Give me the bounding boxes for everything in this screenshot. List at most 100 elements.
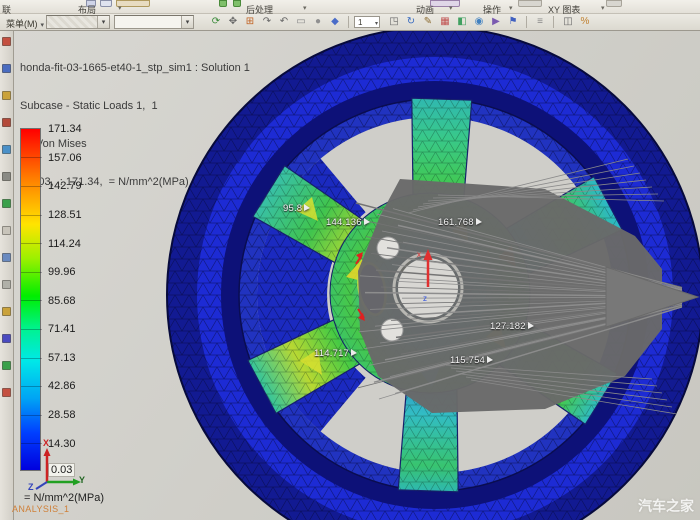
triad-y-label: Y — [79, 475, 85, 485]
watermark: 汽车之家 — [638, 496, 694, 516]
probe-value: 144.136 — [326, 217, 362, 228]
legend-colorbar — [20, 128, 41, 471]
legend-value: 142.79 — [48, 180, 100, 192]
probe-marker-icon — [476, 218, 482, 225]
reuse-library-icon[interactable] — [2, 172, 11, 181]
constraint-navigator-icon[interactable] — [2, 91, 11, 100]
part-navigator-icon[interactable] — [2, 37, 11, 46]
process-studio-icon[interactable] — [2, 253, 11, 262]
probe-annotation: 127.182 — [490, 321, 534, 332]
legend-value: 42.86 — [48, 380, 100, 392]
legend-value: 114.24 — [48, 238, 100, 250]
probe-annotation: 95.8 — [283, 203, 310, 214]
layout-group-arrow[interactable]: ▾ — [118, 4, 122, 12]
undo-icon[interactable]: ↶ — [276, 15, 292, 29]
xy-chart-group-arrow[interactable]: ▾ — [601, 4, 605, 12]
selection-filter-combo[interactable]: ▾ — [114, 15, 194, 29]
new-chart-icon[interactable] — [430, 0, 460, 7]
probe-annotation: 144.136 — [326, 217, 370, 228]
legend-value: 99.96 — [48, 266, 100, 278]
edit-post-icon[interactable]: ✎ — [420, 15, 436, 29]
flag-probe-icon[interactable]: ⚑ — [505, 15, 521, 29]
frame-number-spinner[interactable]: 1 — [354, 16, 380, 28]
grid-icon[interactable]: ▦ — [437, 15, 453, 29]
cube-icon[interactable]: ◆ — [327, 15, 343, 29]
redo-icon[interactable]: ↷ — [259, 15, 275, 29]
wcs-triad-arrows — [25, 442, 87, 494]
header-line-result-type: - , Von Mises — [20, 138, 250, 151]
assembly-navigator-icon[interactable] — [2, 64, 11, 73]
probe-value: 127.182 — [490, 321, 526, 332]
toolbar-separator — [526, 16, 527, 28]
touch-bar-icon[interactable] — [2, 388, 11, 397]
next-frame-icon[interactable] — [233, 0, 241, 7]
wcs-triad: X Y Z — [25, 442, 87, 494]
palette-bar-icon[interactable] — [2, 307, 11, 316]
legend-value: 171.34 — [48, 123, 100, 135]
graphics-viewport[interactable]: x z honda-fit-03-1665-et40-1_s — [0, 31, 700, 520]
system-materials-icon[interactable] — [2, 361, 11, 370]
percent-icon[interactable]: % — [577, 15, 593, 29]
probe-value: 161.768 — [438, 217, 474, 228]
resource-bar — [0, 31, 14, 520]
palette-icon[interactable]: ◧ — [454, 15, 470, 29]
probe-value: 114.717 — [314, 348, 349, 359]
contour-icon[interactable]: ◉ — [471, 15, 487, 29]
legend-value: 71.41 — [48, 323, 100, 335]
probe-marker-icon — [351, 349, 357, 356]
post-navigator-icon[interactable] — [2, 145, 11, 154]
hub-axis-z-label: z — [423, 294, 427, 303]
probe-marker-icon — [364, 218, 370, 225]
legend-value: 85.68 — [48, 295, 100, 307]
sphere-icon[interactable]: ● — [310, 15, 326, 29]
probe-annotation: 161.768 — [438, 217, 482, 228]
operation-group-arrow[interactable]: ▾ — [509, 4, 513, 12]
history-icon[interactable] — [2, 226, 11, 235]
window-icon[interactable]: ◳ — [386, 15, 402, 29]
triad-z-label: Z — [28, 482, 34, 492]
report-icon[interactable]: ◫ — [560, 15, 576, 29]
legend-value: 157.06 — [48, 152, 100, 164]
zoom-tools-icon — [518, 0, 542, 7]
legend-value: 57.13 — [48, 352, 100, 364]
analysis-view-label: ANALYSIS_1 — [12, 504, 69, 514]
header-line-subcase: Subcase - Static Loads 1, 1 — [20, 100, 250, 113]
more-tools-icon — [606, 0, 622, 7]
hd3d-tools-icon[interactable] — [2, 199, 11, 208]
postprocess-group-arrow[interactable]: ▾ — [303, 4, 307, 12]
first-frame-icon[interactable] — [219, 0, 227, 7]
animate-icon[interactable]: ▶ — [488, 15, 504, 29]
selection-filter-combo-arrow[interactable]: ▾ — [181, 16, 193, 28]
menu-toolbar-row: 菜单(M) ▾ ▾ ⟳ ✥ ⊞ ↷ ↶ ▭ ● ◆ 1 ◳ ↻ ✎ ▦ ◧ ◉ … — [0, 14, 700, 31]
sync-icon[interactable]: ⟳ — [208, 15, 224, 29]
animation-group-arrow[interactable]: ▾ — [449, 4, 453, 12]
menu-button[interactable]: 菜单(M) — [2, 15, 48, 29]
legend-value: 128.51 — [48, 209, 100, 221]
compare-icon[interactable]: ≡ — [532, 15, 548, 29]
probe-annotation: 114.717 — [314, 348, 357, 359]
probe-annotation: 115.754 — [450, 355, 493, 366]
toolbar-separator — [348, 16, 349, 28]
simulation-navigator-icon[interactable] — [2, 118, 11, 127]
header-line-solution: honda-fit-03-1665-et40-1_stp_sim1 : Solu… — [20, 62, 250, 75]
toolbar-separator — [553, 16, 554, 28]
probe-marker-icon — [487, 356, 493, 363]
legend-value: 28.58 — [48, 409, 100, 421]
roles-icon[interactable] — [2, 334, 11, 343]
grid-layout-icon[interactable] — [100, 0, 112, 7]
view-state-combo-arrow[interactable]: ▾ — [97, 16, 109, 28]
probe-value: 115.754 — [450, 355, 485, 366]
manager-icon[interactable] — [2, 280, 11, 289]
probe-marker-icon — [304, 204, 310, 211]
add-result-icon[interactable]: ⊞ — [242, 15, 258, 29]
triad-x-label: X — [43, 438, 49, 448]
nx-post-processing-window: 联 布局 ▾ 后处理 ▾ 动画 ▾ 操作 ▾ XY 图表 ▾ 菜单(M) ▾ ▾… — [0, 0, 700, 520]
probe-value: 95.8 — [283, 203, 302, 214]
view-state-combo[interactable]: ▾ — [46, 15, 110, 29]
marquee-select-icon[interactable]: ▭ — [293, 15, 309, 29]
pan-icon[interactable]: ✥ — [225, 15, 241, 29]
ribbon-group-row: 联 布局 ▾ 后处理 ▾ 动画 ▾ 操作 ▾ XY 图表 ▾ — [0, 0, 700, 14]
rotate-icon[interactable]: ↻ — [403, 15, 419, 29]
probe-marker-icon — [528, 322, 534, 329]
hub-axis-x-label: x — [417, 250, 421, 259]
